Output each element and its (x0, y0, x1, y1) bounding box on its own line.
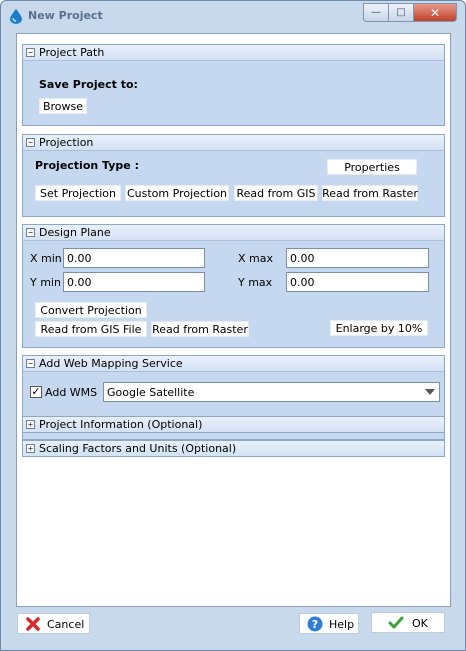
project-information-header[interactable]: + Project Information (Optional) (23, 417, 444, 432)
browse-button[interactable]: Browse (39, 98, 87, 114)
title-bar[interactable]: New Project — □ ✕ (1, 1, 465, 31)
wms-service-select[interactable]: Google Satellite (103, 382, 440, 402)
help-question-icon: ? (307, 616, 323, 632)
ymax-label: Y max (238, 276, 273, 289)
cancel-x-icon (26, 617, 40, 631)
minimize-button[interactable]: — (363, 3, 389, 22)
collapse-toggle[interactable]: − (26, 228, 35, 237)
wms-service-value: Google Satellite (107, 385, 195, 399)
dialog-content: − Project Path Save Project to: Browse −… (16, 33, 451, 607)
design-plane-group: − Design Plane X min 0.00 X max 0.00 Y m… (22, 224, 445, 348)
read-from-raster-button[interactable]: Read from Raster (151, 321, 249, 337)
read-from-gis-file-button[interactable]: Read from GIS File (35, 321, 147, 337)
svg-text:?: ? (312, 618, 318, 631)
projection-header[interactable]: − Projection (23, 135, 444, 151)
close-button[interactable]: ✕ (414, 3, 457, 22)
ymin-label: Y min (30, 276, 61, 289)
design-plane-title: Design Plane (39, 226, 111, 239)
window-title: New Project (28, 9, 103, 22)
add-wms-label: Add WMS (45, 386, 98, 399)
window-controls: — □ ✕ (363, 3, 457, 23)
project-path-title: Project Path (39, 46, 105, 59)
read-from-raster-button[interactable]: Read from Raster (322, 185, 418, 201)
project-path-group: − Project Path Save Project to: Browse (22, 44, 445, 126)
new-project-window: New Project — □ ✕ − Project Path Save Pr… (0, 0, 466, 651)
xmin-input[interactable]: 0.00 (63, 248, 205, 268)
collapse-toggle[interactable]: − (26, 359, 35, 368)
project-information-group: + Project Information (Optional) (22, 416, 445, 433)
chevron-down-icon[interactable] (425, 389, 435, 395)
ymin-input[interactable]: 0.00 (63, 272, 205, 292)
maximize-button[interactable]: □ (389, 3, 414, 22)
scaling-group: + Scaling Factors and Units (Optional) (22, 440, 445, 457)
project-path-header[interactable]: − Project Path (23, 45, 444, 61)
enlarge-button[interactable]: Enlarge by 10% (330, 320, 428, 336)
xmin-label: X min (30, 252, 62, 265)
projection-type-label: Projection Type : (35, 159, 139, 172)
collapse-toggle[interactable]: − (26, 48, 35, 57)
expand-toggle[interactable]: + (26, 444, 35, 453)
scaling-title: Scaling Factors and Units (Optional) (39, 442, 237, 455)
wms-header[interactable]: − Add Web Mapping Service (23, 356, 444, 372)
scaling-header[interactable]: + Scaling Factors and Units (Optional) (23, 441, 444, 456)
projection-title: Projection (39, 136, 94, 149)
xmax-input[interactable]: 0.00 (286, 248, 429, 268)
cancel-label: Cancel (47, 618, 85, 631)
ok-button[interactable]: OK (371, 612, 445, 633)
project-information-title: Project Information (Optional) (39, 418, 203, 431)
custom-projection-button[interactable]: Custom Projection (125, 185, 229, 201)
convert-projection-button[interactable]: Convert Projection (35, 302, 147, 318)
expand-toggle[interactable]: + (26, 420, 35, 429)
app-drop-icon (10, 9, 22, 24)
ok-label: OK (412, 617, 428, 630)
cancel-button[interactable]: Cancel (17, 613, 90, 634)
ymax-input[interactable]: 0.00 (286, 272, 429, 292)
projection-group: − Projection Projection Type : Propertie… (22, 134, 445, 217)
properties-button[interactable]: Properties (327, 159, 417, 175)
add-wms-checkbox[interactable]: ✓ (30, 386, 42, 398)
help-label: Help (329, 618, 355, 631)
xmax-label: X max (238, 252, 273, 265)
help-button[interactable]: ? Help (299, 613, 359, 634)
design-plane-header[interactable]: − Design Plane (23, 225, 444, 241)
wms-title: Add Web Mapping Service (39, 357, 183, 370)
set-projection-button[interactable]: Set Projection (35, 185, 121, 201)
read-from-gis-button[interactable]: Read from GIS (234, 185, 318, 201)
save-project-label: Save Project to: (39, 78, 138, 91)
collapse-toggle[interactable]: − (26, 138, 35, 147)
ok-check-icon (388, 616, 404, 629)
